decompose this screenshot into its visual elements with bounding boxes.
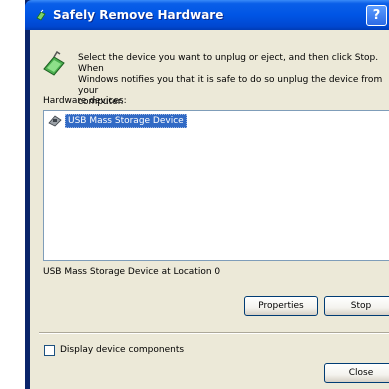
stop-button[interactable]: Stop bbox=[324, 296, 389, 316]
close-button[interactable]: Close bbox=[324, 363, 389, 383]
help-button[interactable]: ? bbox=[366, 5, 387, 26]
window-title: Safely Remove Hardware bbox=[53, 8, 224, 22]
dialog-body: Select the device you want to unplug or … bbox=[30, 30, 389, 389]
display-components-checkbox[interactable] bbox=[44, 345, 55, 356]
properties-button[interactable]: Properties bbox=[244, 296, 318, 316]
remove-hardware-icon bbox=[43, 51, 65, 76]
device-label: USB Mass Storage Device bbox=[65, 114, 187, 128]
divider bbox=[39, 332, 389, 334]
title-bar[interactable]: Safely Remove Hardware ? bbox=[25, 0, 389, 30]
hardware-devices-list[interactable]: USB Mass Storage Device bbox=[43, 110, 389, 261]
hardware-devices-label: Hardware devices: bbox=[43, 96, 127, 106]
hardware-icon bbox=[36, 9, 46, 21]
display-components-label[interactable]: Display device components bbox=[60, 345, 184, 355]
device-location-text: USB Mass Storage Device at Location 0 bbox=[43, 267, 221, 277]
usb-device-icon bbox=[48, 115, 62, 127]
safely-remove-hardware-dialog: Safely Remove Hardware ? Select the devi… bbox=[25, 0, 389, 389]
